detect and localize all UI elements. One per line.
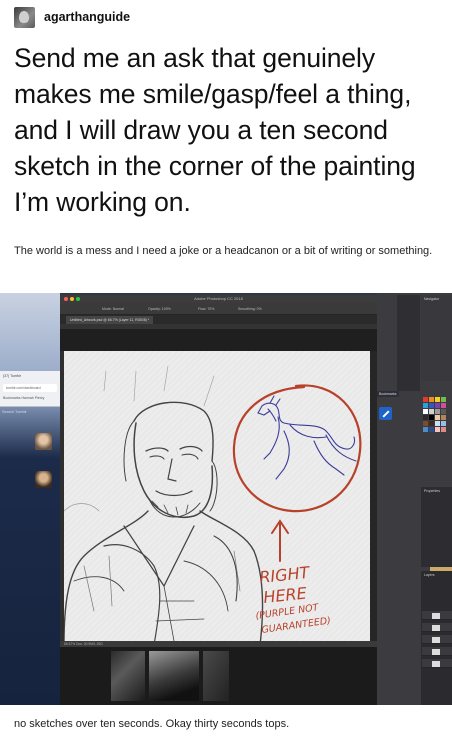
color-swatch[interactable]	[435, 421, 440, 426]
options-bar: Mode: Normal Opacity: 100% Flow: 70% Smo…	[60, 303, 377, 315]
navigator-panel-title: Navigator	[424, 297, 439, 301]
layer-row[interactable]	[422, 623, 452, 632]
layer-row[interactable]	[422, 659, 452, 668]
color-swatch[interactable]	[429, 421, 434, 426]
post-headline: Send me an ask that genuinely makes me s…	[14, 43, 416, 217]
post-subtext: The world is a mess and I need a joke or…	[14, 245, 433, 257]
ruler	[60, 324, 377, 329]
color-swatch[interactable]	[423, 421, 428, 426]
avatar[interactable]	[14, 6, 35, 28]
reference-image	[203, 651, 229, 701]
color-swatch[interactable]	[429, 409, 434, 414]
swatches-panel	[423, 397, 450, 432]
tumblr-search-label: Search Tumblr	[2, 410, 27, 414]
color-swatch[interactable]	[441, 427, 446, 432]
dashboard-avatar	[35, 433, 52, 450]
layer-row[interactable]	[422, 611, 452, 620]
post-header: agarthanguide	[14, 5, 130, 29]
tools-panel	[397, 295, 420, 391]
flow-option: Flow: 70%	[198, 307, 215, 311]
photoshop-screenshot: (37) Tumblr tumblr.com/dashboard Bookmar…	[0, 293, 452, 705]
scrollbar[interactable]	[370, 351, 377, 641]
color-swatch[interactable]	[423, 397, 428, 402]
layers-panel-title: Layers	[424, 573, 435, 577]
color-swatch[interactable]	[423, 403, 428, 408]
browser-bookmarks: Bookmarks Hannah Piercy	[3, 396, 45, 400]
color-swatch[interactable]	[441, 409, 446, 414]
smoothing-option: Smoothing: 0%	[238, 307, 262, 311]
mode-option: Mode: Normal	[102, 307, 124, 311]
opacity-option: Opacity: 100%	[148, 307, 171, 311]
post-caption: no sketches over ten seconds. Okay thirt…	[14, 718, 290, 730]
sketch-canvas: RIGHT HERE (PURPLE NOT GUARANTEED)	[64, 351, 370, 645]
color-swatch[interactable]	[429, 403, 434, 408]
bookmarks-label-right: Bookmarks	[377, 391, 399, 397]
color-swatch[interactable]	[429, 397, 434, 402]
color-swatch[interactable]	[429, 415, 434, 420]
navigator-panel: Navigator	[421, 295, 452, 381]
layer-row[interactable]	[422, 647, 452, 656]
color-swatch[interactable]	[435, 427, 440, 432]
window-titlebar: Adobe Photoshop CC 2018	[60, 295, 377, 303]
dashboard-avatar	[35, 471, 52, 488]
color-swatch[interactable]	[441, 415, 446, 420]
username[interactable]: agarthanguide	[44, 10, 130, 24]
color-swatch[interactable]	[435, 409, 440, 414]
document-tab: Untitled_Artwork.psd @ 66.7% (Layer 11, …	[66, 316, 154, 324]
color-swatch[interactable]	[423, 427, 428, 432]
layer-row[interactable]	[422, 635, 452, 644]
color-swatch[interactable]	[429, 427, 434, 432]
color-swatch[interactable]	[423, 409, 428, 414]
document-tabbar: Untitled_Artwork.psd @ 66.7% (Layer 11, …	[60, 315, 377, 324]
browser-tab: (37) Tumblr	[3, 374, 21, 378]
color-swatch[interactable]	[423, 415, 428, 420]
color-swatch[interactable]	[435, 397, 440, 402]
browser-window-fragment: (37) Tumblr tumblr.com/dashboard Bookmar…	[0, 371, 60, 407]
color-swatch[interactable]	[441, 403, 446, 408]
photoshop-window: Adobe Photoshop CC 2018 Mode: Normal Opa…	[60, 295, 377, 647]
window-title: Adobe Photoshop CC 2018	[194, 296, 243, 301]
color-swatch[interactable]	[441, 397, 446, 402]
color-swatch[interactable]	[435, 403, 440, 408]
browser-url: tumblr.com/dashboard	[3, 384, 57, 392]
properties-panel: Properties	[421, 487, 452, 567]
desktop-background-left	[0, 293, 60, 705]
reference-image	[111, 651, 145, 701]
pen-tool-icon[interactable]	[379, 407, 392, 420]
properties-panel-title: Properties	[424, 489, 440, 493]
paper-texture	[64, 351, 370, 645]
sketch-drawing: RIGHT HERE (PURPLE NOT GUARANTEED)	[64, 351, 370, 645]
color-swatch[interactable]	[441, 421, 446, 426]
color-swatch[interactable]	[435, 415, 440, 420]
reference-image	[149, 651, 199, 701]
